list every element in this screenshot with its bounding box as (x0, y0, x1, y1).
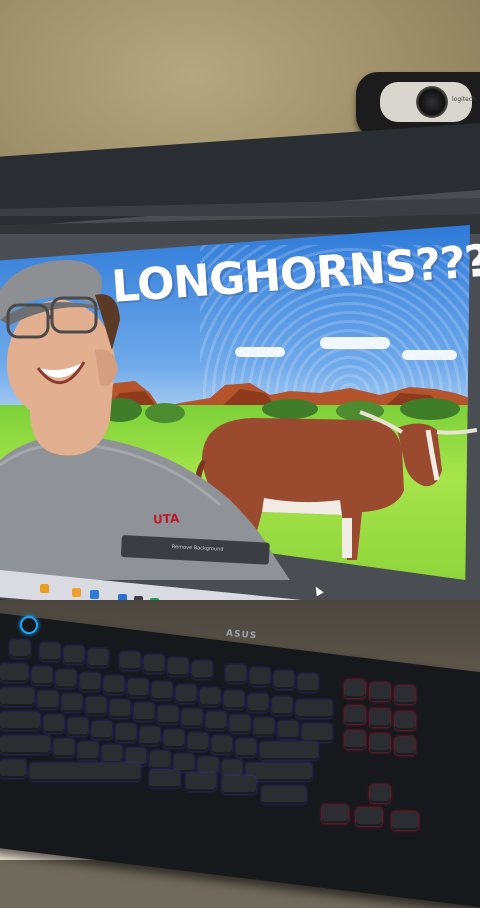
key[interactable] (158, 706, 178, 724)
key[interactable] (38, 691, 58, 709)
key[interactable] (92, 721, 112, 739)
key[interactable] (116, 724, 136, 742)
keyboard-keys (0, 0, 480, 854)
key[interactable] (250, 668, 270, 686)
key[interactable] (40, 643, 60, 661)
key[interactable] (44, 715, 64, 733)
shift-key[interactable] (0, 736, 50, 754)
key[interactable] (278, 721, 298, 739)
ctrl-key[interactable] (262, 786, 306, 804)
key[interactable] (345, 731, 365, 749)
key[interactable] (56, 670, 76, 688)
key[interactable] (272, 697, 292, 715)
key[interactable] (222, 776, 256, 794)
key[interactable] (0, 664, 28, 682)
key[interactable] (298, 674, 318, 692)
key[interactable] (64, 646, 84, 664)
key[interactable] (370, 683, 390, 701)
key[interactable] (54, 739, 74, 757)
key[interactable] (192, 661, 212, 679)
key[interactable] (80, 673, 100, 691)
key[interactable] (200, 688, 220, 706)
key[interactable] (78, 742, 98, 760)
key[interactable] (370, 709, 390, 727)
key[interactable] (168, 658, 188, 676)
key[interactable] (144, 655, 164, 673)
key[interactable] (254, 718, 274, 736)
key[interactable] (128, 679, 148, 697)
key[interactable] (32, 667, 52, 685)
key[interactable] (395, 712, 415, 730)
spacebar-key[interactable] (30, 763, 140, 781)
enter-key[interactable] (260, 742, 318, 760)
arrow-up-key[interactable] (370, 785, 390, 803)
key[interactable] (62, 694, 82, 712)
key[interactable] (395, 686, 415, 704)
key[interactable] (345, 706, 365, 724)
key[interactable] (164, 730, 184, 748)
key[interactable] (150, 770, 180, 788)
key[interactable] (224, 691, 244, 709)
ctrl-key[interactable] (0, 760, 26, 778)
key[interactable] (152, 682, 172, 700)
key[interactable] (230, 715, 250, 733)
key[interactable] (68, 718, 88, 736)
key[interactable] (186, 773, 216, 791)
key[interactable] (88, 649, 108, 667)
backspace-key[interactable] (296, 700, 332, 718)
key[interactable] (226, 665, 246, 683)
caps-lock-key[interactable] (0, 712, 40, 730)
tab-key[interactable] (0, 688, 34, 706)
key[interactable] (370, 734, 390, 752)
key[interactable] (104, 676, 124, 694)
key[interactable] (10, 640, 30, 658)
key[interactable] (150, 751, 170, 769)
key[interactable] (102, 745, 122, 763)
key[interactable] (134, 703, 154, 721)
key[interactable] (212, 736, 232, 754)
key[interactable] (206, 712, 226, 730)
arrow-left-key[interactable] (322, 805, 348, 823)
arrow-right-key[interactable] (392, 812, 418, 830)
key[interactable] (395, 737, 415, 755)
key[interactable] (86, 697, 106, 715)
key[interactable] (176, 685, 196, 703)
key[interactable] (120, 652, 140, 670)
key[interactable] (182, 709, 202, 727)
key[interactable] (248, 694, 268, 712)
photo-scene: logitech LONGHORNS??? UTA Remove Backgro… (0, 0, 480, 908)
key[interactable] (345, 680, 365, 698)
key[interactable] (110, 700, 130, 718)
arrow-down-key[interactable] (356, 808, 382, 826)
key[interactable] (188, 733, 208, 751)
key[interactable] (236, 739, 256, 757)
key[interactable] (140, 727, 160, 745)
key[interactable] (302, 724, 332, 742)
key[interactable] (274, 671, 294, 689)
